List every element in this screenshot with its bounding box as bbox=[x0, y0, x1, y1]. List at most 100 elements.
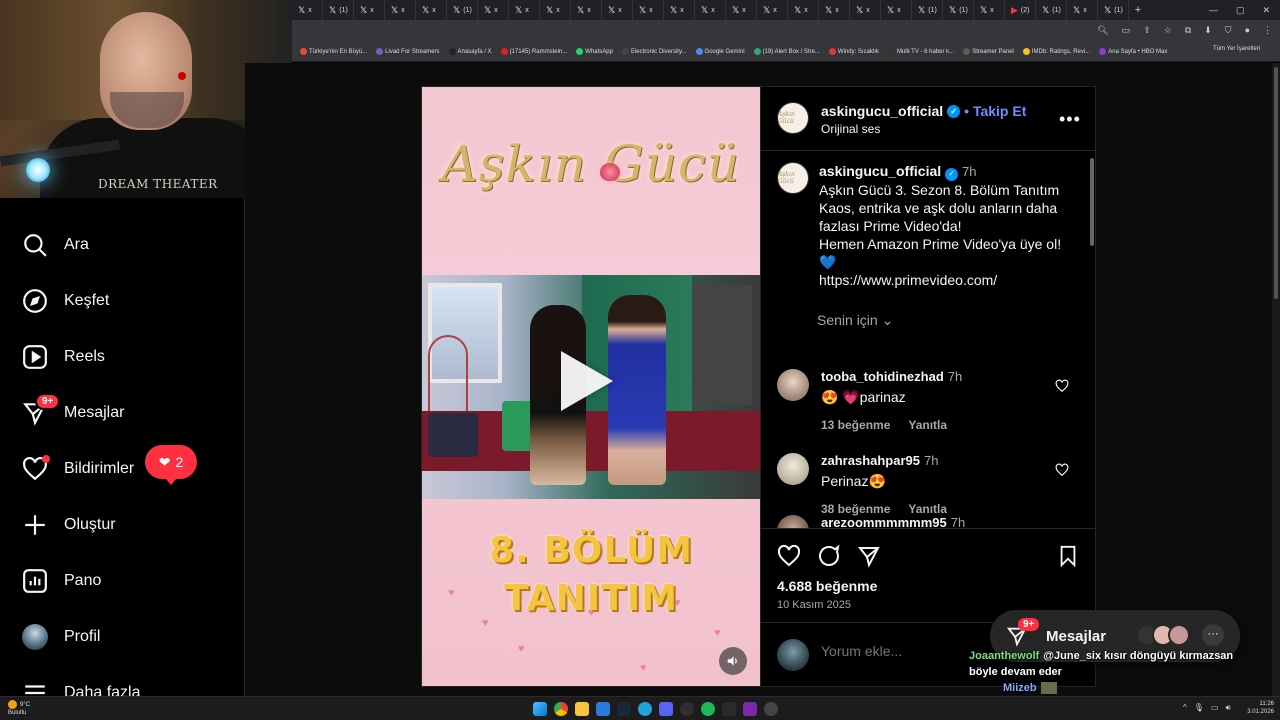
sidebar-item-create[interactable]: Oluştur bbox=[22, 511, 116, 539]
download-icon[interactable]: ⬇ bbox=[1204, 25, 1212, 36]
new-tab-button[interactable]: + bbox=[1129, 4, 1147, 16]
browser-tab[interactable]: 𝕏x bbox=[571, 0, 602, 20]
browser-tab[interactable]: 𝕏x bbox=[695, 0, 726, 20]
browser-tab[interactable]: 𝕏x bbox=[664, 0, 695, 20]
comment-likes[interactable]: 13 beğenme bbox=[821, 418, 890, 432]
browser-tab[interactable]: 𝕏x bbox=[974, 0, 1005, 20]
browser-tab[interactable]: 𝕏x bbox=[416, 0, 447, 20]
epic-games-icon[interactable] bbox=[722, 702, 736, 716]
reply-button[interactable]: Yanıtla bbox=[908, 502, 947, 516]
comment-username[interactable]: tooba_tohidinezhad bbox=[821, 369, 944, 384]
browser-tab[interactable]: 𝕏 (1) bbox=[912, 0, 943, 20]
bookmark-item[interactable]: Windy: Sıcaklık bbox=[828, 48, 879, 55]
page-scrollbar[interactable] bbox=[1272, 63, 1280, 696]
reply-button[interactable]: Yanıtla bbox=[908, 418, 947, 432]
file-explorer-icon[interactable] bbox=[575, 702, 589, 716]
network-icon[interactable]: ▭ bbox=[1211, 703, 1219, 713]
app-icon[interactable] bbox=[764, 702, 778, 716]
browser-menu-icon[interactable]: ⋮ bbox=[1263, 25, 1272, 36]
browser-tab[interactable]: 𝕏x bbox=[509, 0, 540, 20]
caption-link[interactable]: https://www.primevideo.com/ bbox=[819, 271, 1061, 289]
avatar[interactable] bbox=[777, 369, 809, 401]
weather-widget[interactable]: 9°C Bulutlu bbox=[8, 700, 30, 717]
browser-tab[interactable]: 𝕏 (1) bbox=[1098, 0, 1129, 20]
mute-button[interactable] bbox=[719, 647, 747, 675]
browser-tab[interactable]: 𝕏 (1) bbox=[1036, 0, 1067, 20]
notification-count-pill[interactable]: ❤ 2 bbox=[145, 445, 197, 485]
avatar[interactable] bbox=[777, 515, 809, 528]
avatar[interactable]: Aşkın Gücü bbox=[777, 162, 809, 194]
streaming-app-icon[interactable] bbox=[743, 702, 757, 716]
browser-tab[interactable]: 𝕏 (1) bbox=[447, 0, 478, 20]
more-options-icon[interactable]: ••• bbox=[1059, 109, 1081, 130]
sidebar-item-messages[interactable]: 9+ Mesajlar bbox=[22, 393, 124, 427]
browser-tab[interactable]: 𝕏x bbox=[1067, 0, 1098, 20]
clock[interactable]: 11:26 3.01.2026 bbox=[1244, 700, 1274, 716]
bookmark-item[interactable]: Livad For Streamers bbox=[376, 48, 440, 55]
play-icon[interactable] bbox=[561, 351, 613, 411]
mic-icon[interactable]: 🎙︎ bbox=[1194, 703, 1204, 713]
bookmark-item[interactable]: Electronic Diversity... bbox=[621, 48, 687, 55]
bookmark-item[interactable]: Streamer Panel bbox=[963, 48, 1014, 55]
browser-tab[interactable]: 𝕏x bbox=[292, 0, 323, 20]
bookmark-item[interactable]: WhatsApp bbox=[576, 48, 613, 55]
sidebar-item-profile[interactable]: Profil bbox=[22, 623, 100, 651]
sidebar-item-notifications[interactable]: Bildirimler bbox=[22, 455, 134, 483]
like-icon[interactable] bbox=[777, 544, 801, 568]
close-icon[interactable]: ✕ bbox=[1262, 5, 1270, 16]
follow-button[interactable]: • Takip Et bbox=[964, 103, 1026, 119]
profile-icon[interactable]: ● bbox=[1245, 25, 1250, 36]
maximize-icon[interactable]: ▢ bbox=[1236, 5, 1245, 16]
chevron-up-icon[interactable]: ^ bbox=[1183, 703, 1187, 713]
browser-tab[interactable]: 𝕏x bbox=[385, 0, 416, 20]
bookmark-item[interactable]: IMDb: Ratings, Revi... bbox=[1022, 48, 1090, 55]
bookmark-item[interactable]: Anasayfa / X bbox=[448, 48, 492, 55]
browser-tab[interactable]: ▶ (2) bbox=[1005, 0, 1036, 20]
sidebar-item-search[interactable]: Ara bbox=[22, 231, 89, 259]
comment-username[interactable]: zahrashahpar95 bbox=[821, 453, 920, 468]
browser-tab[interactable]: 𝕏x bbox=[633, 0, 664, 20]
browser-tab[interactable]: 𝕏x bbox=[540, 0, 571, 20]
browser-tab[interactable]: 𝕏x bbox=[788, 0, 819, 20]
comment-likes[interactable]: 38 beğenme bbox=[821, 502, 890, 516]
edge-icon[interactable] bbox=[638, 702, 652, 716]
bookmark-item[interactable]: Multi TV - 6 haber k... bbox=[887, 48, 954, 55]
bookmark-item[interactable]: (17145) Rammstein... bbox=[500, 48, 567, 55]
extensions-icon[interactable]: ⧉ bbox=[1185, 25, 1191, 36]
chrome-icon[interactable] bbox=[554, 702, 568, 716]
bookmark-item[interactable]: Türkiye'nin En Büyü... bbox=[300, 48, 367, 55]
avatar[interactable] bbox=[777, 453, 809, 485]
bookmark-icon[interactable] bbox=[1057, 544, 1079, 568]
browser-tab[interactable]: 𝕏x bbox=[354, 0, 385, 20]
browser-tab[interactable]: 𝕏x bbox=[757, 0, 788, 20]
obs-icon[interactable] bbox=[680, 702, 694, 716]
browser-tab[interactable]: 𝕏x bbox=[478, 0, 509, 20]
zoom-icon[interactable]: 🔍︎ bbox=[1097, 25, 1108, 36]
browser-tab[interactable]: 𝕏x bbox=[819, 0, 850, 20]
browser-tab[interactable]: 𝕏x bbox=[726, 0, 757, 20]
like-comment-icon[interactable] bbox=[1055, 463, 1069, 477]
for-you-toggle[interactable]: Senin için ⌄ bbox=[817, 312, 893, 329]
bookmark-item[interactable]: (19) Alert Box / Stre... bbox=[753, 48, 820, 55]
browser-tab[interactable]: 𝕏 (1) bbox=[323, 0, 354, 20]
audio-label[interactable]: Orijinal ses bbox=[821, 122, 880, 136]
comments-scrollbar[interactable] bbox=[1088, 152, 1096, 528]
share-icon[interactable]: ⇪ bbox=[1143, 25, 1151, 36]
share-icon[interactable] bbox=[857, 544, 881, 568]
cast-icon[interactable]: ▭ bbox=[1122, 25, 1131, 36]
discord-icon[interactable] bbox=[659, 702, 673, 716]
photos-icon[interactable] bbox=[596, 702, 610, 716]
steam-icon[interactable] bbox=[617, 702, 631, 716]
speaker-icon[interactable]: 🔊︎ bbox=[1225, 703, 1230, 713]
browser-tab[interactable]: 𝕏x bbox=[850, 0, 881, 20]
bookmark-item[interactable]: Ana Sayfa • HBO Max bbox=[1099, 48, 1167, 55]
star-icon[interactable]: ☆ bbox=[1164, 25, 1172, 36]
minimize-icon[interactable]: — bbox=[1209, 5, 1218, 15]
likes-count[interactable]: 4.688 beğenme bbox=[777, 578, 877, 594]
sidebar-item-explore[interactable]: Keşfet bbox=[22, 287, 109, 315]
like-comment-icon[interactable] bbox=[1055, 379, 1069, 393]
more-options-icon[interactable]: ··· bbox=[1202, 624, 1224, 646]
bookmark-item[interactable]: Google Gemini bbox=[695, 48, 745, 55]
browser-tab[interactable]: 𝕏x bbox=[881, 0, 912, 20]
start-icon[interactable] bbox=[533, 702, 547, 716]
